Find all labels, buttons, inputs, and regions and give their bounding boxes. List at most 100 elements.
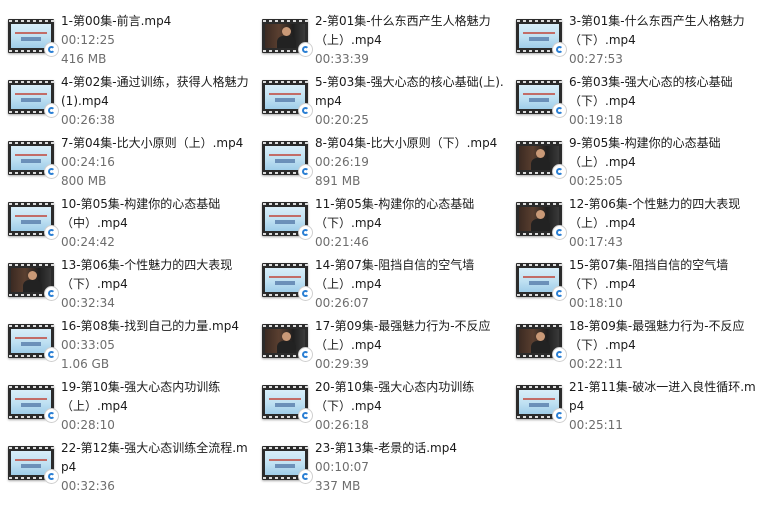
file-name[interactable]: 21-第11集-破冰一进入良性循环.mp4 <box>569 378 759 416</box>
video-file-icon[interactable] <box>262 446 313 484</box>
file-item[interactable]: 5-第03集-强大心态的核心基础(上).mp4 00:20:25 <box>262 73 516 134</box>
file-name[interactable]: 1-第00集-前言.mp4 <box>61 12 251 31</box>
file-info: 6-第03集-强大心态的核心基础（下）.mp4 00:19:18 <box>569 73 759 130</box>
video-file-icon[interactable] <box>8 385 59 423</box>
file-name[interactable]: 15-第07集-阻挡自信的空气墙（下）.mp4 <box>569 256 759 294</box>
default-player-icon <box>44 408 59 423</box>
file-name[interactable]: 2-第01集-什么东西产生人格魅力（上）.mp4 <box>315 12 505 50</box>
file-name[interactable]: 7-第04集-比大小原则（上）.mp4 <box>61 134 251 153</box>
file-duration: 00:29:39 <box>315 357 369 371</box>
file-duration: 00:24:16 <box>61 155 115 169</box>
file-item[interactable]: 1-第00集-前言.mp4 00:12:25 416 MB <box>8 12 262 73</box>
default-player-icon <box>44 42 59 57</box>
file-item[interactable]: 19-第10集-强大心态内功训练（上）.mp4 00:28:10 <box>8 378 262 439</box>
file-item[interactable]: 14-第07集-阻挡自信的空气墙（上）.mp4 00:26:07 <box>262 256 516 317</box>
video-file-icon[interactable] <box>262 263 313 301</box>
file-item[interactable]: 18-第09集-最强魅力行为-不反应（下）.mp4 00:22:11 <box>516 317 770 378</box>
file-duration: 00:32:36 <box>61 479 115 493</box>
file-size: 416 MB <box>61 52 107 66</box>
video-file-icon[interactable] <box>516 385 567 423</box>
file-item[interactable]: 11-第05集-构建你的心态基础（下）.mp4 00:21:46 <box>262 195 516 256</box>
file-name[interactable]: 18-第09集-最强魅力行为-不反应（下）.mp4 <box>569 317 759 355</box>
file-item[interactable]: 3-第01集-什么东西产生人格魅力（下）.mp4 00:27:53 <box>516 12 770 73</box>
video-file-icon[interactable] <box>516 324 567 362</box>
file-item[interactable]: 7-第04集-比大小原则（上）.mp4 00:24:16 800 MB <box>8 134 262 195</box>
video-file-icon[interactable] <box>516 141 567 179</box>
file-item[interactable]: 4-第02集-通过训练，获得人格魅力(1).mp4 00:26:38 <box>8 73 262 134</box>
file-info: 4-第02集-通过训练，获得人格魅力(1).mp4 00:26:38 <box>61 73 251 130</box>
file-name[interactable]: 10-第05集-构建你的心态基础（中）.mp4 <box>61 195 251 233</box>
file-duration: 00:26:07 <box>315 296 369 310</box>
film-perforation <box>516 263 562 267</box>
file-item[interactable]: 21-第11集-破冰一进入良性循环.mp4 00:25:11 <box>516 378 770 439</box>
file-name[interactable]: 12-第06集-个性魅力的四大表现（上）.mp4 <box>569 195 759 233</box>
file-name[interactable]: 8-第04集-比大小原则（下）.mp4 <box>315 134 505 153</box>
video-file-icon[interactable] <box>8 19 59 57</box>
file-item[interactable]: 9-第05集-构建你的心态基础（上）.mp4 00:25:05 <box>516 134 770 195</box>
video-file-icon[interactable] <box>8 446 59 484</box>
video-file-icon[interactable] <box>8 324 59 362</box>
file-name[interactable]: 22-第12集-强大心态训练全流程.mp4 <box>61 439 251 477</box>
file-item[interactable]: 10-第05集-构建你的心态基础（中）.mp4 00:24:42 <box>8 195 262 256</box>
file-size: 891 MB <box>315 174 361 188</box>
film-perforation <box>262 385 308 389</box>
video-file-icon[interactable] <box>262 141 313 179</box>
file-item[interactable]: 8-第04集-比大小原则（下）.mp4 00:26:19 891 MB <box>262 134 516 195</box>
file-item[interactable]: 15-第07集-阻挡自信的空气墙（下）.mp4 00:18:10 <box>516 256 770 317</box>
video-file-icon[interactable] <box>516 80 567 118</box>
file-name[interactable]: 9-第05集-构建你的心态基础（上）.mp4 <box>569 134 759 172</box>
file-item[interactable]: 12-第06集-个性魅力的四大表现（上）.mp4 00:17:43 <box>516 195 770 256</box>
file-info: 12-第06集-个性魅力的四大表现（上）.mp4 00:17:43 <box>569 195 759 252</box>
file-name[interactable]: 20-第10集-强大心态内功训练（下）.mp4 <box>315 378 505 416</box>
file-name[interactable]: 5-第03集-强大心态的核心基础(上).mp4 <box>315 73 505 111</box>
file-name[interactable]: 17-第09集-最强魅力行为-不反应（上）.mp4 <box>315 317 505 355</box>
video-file-icon[interactable] <box>262 80 313 118</box>
file-info: 9-第05集-构建你的心态基础（上）.mp4 00:25:05 <box>569 134 759 191</box>
video-file-icon[interactable] <box>8 141 59 179</box>
film-perforation <box>8 446 54 450</box>
default-player-icon <box>44 225 59 240</box>
file-item[interactable]: 6-第03集-强大心态的核心基础（下）.mp4 00:19:18 <box>516 73 770 134</box>
file-duration: 00:27:53 <box>569 52 623 66</box>
file-name[interactable]: 4-第02集-通过训练，获得人格魅力(1).mp4 <box>61 73 251 111</box>
file-size: 337 MB <box>315 479 361 493</box>
film-perforation <box>262 141 308 145</box>
file-info: 10-第05集-构建你的心态基础（中）.mp4 00:24:42 <box>61 195 251 252</box>
file-name[interactable]: 16-第08集-找到自己的力量.mp4 <box>61 317 251 336</box>
file-item[interactable]: 20-第10集-强大心态内功训练（下）.mp4 00:26:18 <box>262 378 516 439</box>
film-perforation <box>8 19 54 23</box>
file-name[interactable]: 13-第06集-个性魅力的四大表现（下）.mp4 <box>61 256 251 294</box>
file-name[interactable]: 23-第13集-老景的话.mp4 <box>315 439 505 458</box>
file-item[interactable]: 16-第08集-找到自己的力量.mp4 00:33:05 1.06 GB <box>8 317 262 378</box>
file-item[interactable]: 23-第13集-老景的话.mp4 00:10:07 337 MB <box>262 439 516 500</box>
file-name[interactable]: 14-第07集-阻挡自信的空气墙（上）.mp4 <box>315 256 505 294</box>
video-file-icon[interactable] <box>8 202 59 240</box>
video-file-icon[interactable] <box>8 263 59 301</box>
file-item[interactable]: 13-第06集-个性魅力的四大表现（下）.mp4 00:32:34 <box>8 256 262 317</box>
file-item[interactable]: 2-第01集-什么东西产生人格魅力（上）.mp4 00:33:39 <box>262 12 516 73</box>
file-name[interactable]: 6-第03集-强大心态的核心基础（下）.mp4 <box>569 73 759 111</box>
video-file-icon[interactable] <box>516 19 567 57</box>
file-name[interactable]: 3-第01集-什么东西产生人格魅力（下）.mp4 <box>569 12 759 50</box>
file-item[interactable]: 22-第12集-强大心态训练全流程.mp4 00:32:36 <box>8 439 262 500</box>
file-info: 22-第12集-强大心态训练全流程.mp4 00:32:36 <box>61 439 251 496</box>
video-file-icon[interactable] <box>516 202 567 240</box>
file-info: 21-第11集-破冰一进入良性循环.mp4 00:25:11 <box>569 378 759 435</box>
file-info: 13-第06集-个性魅力的四大表现（下）.mp4 00:32:34 <box>61 256 251 313</box>
file-duration: 00:21:46 <box>315 235 369 249</box>
video-file-icon[interactable] <box>516 263 567 301</box>
file-info: 5-第03集-强大心态的核心基础(上).mp4 00:20:25 <box>315 73 505 130</box>
video-file-icon[interactable] <box>262 385 313 423</box>
video-file-icon[interactable] <box>8 80 59 118</box>
video-file-icon[interactable] <box>262 324 313 362</box>
film-perforation <box>516 324 562 328</box>
file-item[interactable]: 17-第09集-最强魅力行为-不反应（上）.mp4 00:29:39 <box>262 317 516 378</box>
video-file-icon[interactable] <box>262 202 313 240</box>
film-perforation <box>8 385 54 389</box>
file-name[interactable]: 11-第05集-构建你的心态基础（下）.mp4 <box>315 195 505 233</box>
file-info: 8-第04集-比大小原则（下）.mp4 00:26:19 891 MB <box>315 134 505 191</box>
video-file-icon[interactable] <box>262 19 313 57</box>
file-name[interactable]: 19-第10集-强大心态内功训练（上）.mp4 <box>61 378 251 416</box>
default-player-icon <box>298 347 313 362</box>
default-player-icon <box>552 103 567 118</box>
